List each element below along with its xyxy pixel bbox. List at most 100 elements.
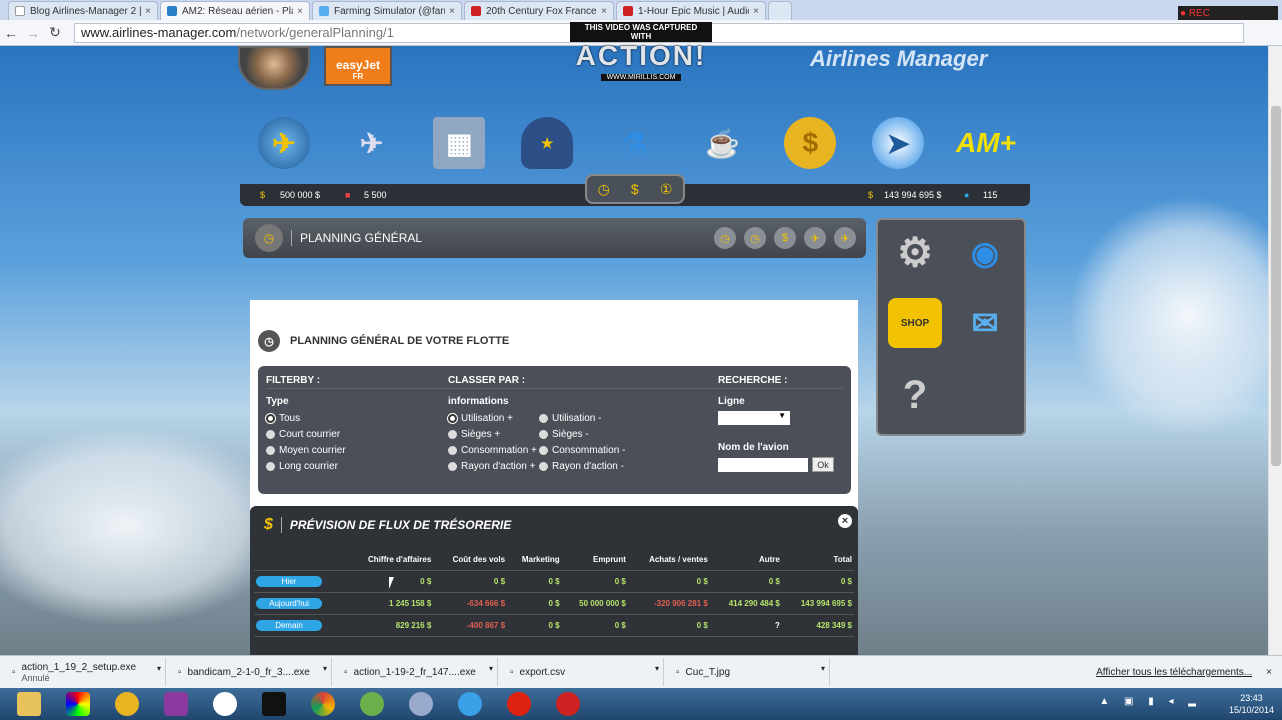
app-icon[interactable]	[156, 689, 196, 719]
cloud	[1068, 196, 1268, 436]
cell-value: -400 867 $	[433, 614, 508, 637]
close-tab-icon[interactable]: ×	[601, 6, 607, 17]
aircraft-icon[interactable]: ✈	[346, 117, 398, 169]
finance-icon[interactable]: $	[774, 227, 796, 249]
filter-panel: FILTERBY : CLASSER PAR : RECHERCHE : Typ…	[258, 366, 851, 494]
mail-icon[interactable]: ✉	[958, 298, 1012, 348]
play-icon[interactable]	[548, 689, 588, 719]
close-tab-icon[interactable]: ×	[449, 6, 455, 17]
settings-gear-icon[interactable]: ⚙	[888, 228, 942, 278]
medal-icon[interactable]: ①	[660, 181, 673, 198]
avatar[interactable]	[238, 46, 310, 90]
scrollbar-thumb[interactable]	[1271, 106, 1281, 466]
sort-radio[interactable]: Utilisation +	[448, 413, 513, 424]
sort-radio[interactable]: Sièges -	[539, 429, 589, 440]
show-all-downloads-link[interactable]: Afficher tous les téléchargements...	[1096, 667, 1252, 678]
browser-tab[interactable]: Farming Simulator (@farm ×	[312, 1, 462, 20]
pilot-cap-icon[interactable]: ★	[521, 117, 574, 169]
browser-tab[interactable]: 1-Hour Epic Music | Audic ×	[616, 1, 766, 20]
browser-tab[interactable]: Blog Airlines-Manager 2 | ×	[8, 1, 158, 20]
dropdown-arrow-icon[interactable]: ▾	[821, 664, 825, 673]
close-tab-icon[interactable]: ×	[297, 6, 303, 17]
twitter-icon	[319, 6, 329, 16]
system-tray: ▲ ▣ ▮ ◂ ▂	[1099, 696, 1202, 707]
cell-value: 0 $	[561, 614, 628, 637]
aircraft-name-input[interactable]	[718, 458, 808, 472]
cell-value: 414 290 484 $	[709, 592, 782, 615]
clock[interactable]: 23:43 15/10/2014	[1229, 692, 1274, 716]
close-tab-icon[interactable]: ×	[145, 6, 151, 17]
capture-watermark: THIS VIDEO WAS CAPTURED WITH ACTION! WWW…	[570, 22, 712, 81]
utorrent-icon[interactable]	[352, 689, 392, 719]
favicon-icon	[167, 6, 177, 16]
route-icon[interactable]: ✈	[804, 227, 826, 249]
dropdown-arrow-icon[interactable]: ▾	[323, 664, 327, 673]
file-icon: ▫	[510, 666, 514, 678]
new-tab-button[interactable]	[768, 1, 792, 20]
fleet-icon[interactable]: ✈	[834, 227, 856, 249]
alliance-globe-icon[interactable]: ◉	[958, 228, 1012, 278]
cell-value: 829 216 $	[345, 614, 434, 637]
planning-icon[interactable]: ◷	[744, 227, 766, 249]
browser-tab-active[interactable]: AM2: Réseau aérien - Plan ×	[160, 1, 310, 20]
download-item[interactable]: ▫ export.csv ▾	[502, 658, 664, 686]
close-tab-icon[interactable]: ×	[753, 6, 759, 17]
sort-radio[interactable]: Utilisation -	[539, 413, 601, 424]
app-icon[interactable]	[58, 689, 98, 719]
close-icon[interactable]: ×	[838, 514, 852, 528]
type-radio[interactable]: Moyen courrier	[266, 445, 346, 456]
film-icon[interactable]	[254, 689, 294, 719]
type-radio[interactable]: Court courrier	[266, 429, 340, 440]
record-icon[interactable]	[499, 689, 539, 719]
schedule-icon[interactable]: ◷	[714, 227, 736, 249]
sort-radio[interactable]: Sièges +	[448, 429, 500, 440]
browser-tab[interactable]: 20th Century Fox France - ×	[464, 1, 614, 20]
download-item[interactable]: ▫ bandicam_2-1-0_fr_3....exe ▾	[170, 658, 332, 686]
reload-icon[interactable]: ↻	[44, 24, 66, 41]
dropdown-arrow-icon[interactable]: ▾	[655, 664, 659, 673]
media-icon[interactable]	[107, 689, 147, 719]
ok-button[interactable]: Ok	[812, 457, 834, 472]
airline-badge[interactable]: easyJet FR	[324, 46, 392, 86]
day-button[interactable]: Hier	[256, 575, 322, 587]
chrome-icon[interactable]	[303, 689, 343, 719]
type-radio[interactable]: Long courrier	[266, 461, 338, 472]
coins-icon[interactable]: $	[784, 117, 837, 169]
hp-icon[interactable]	[205, 689, 245, 719]
dollar-icon[interactable]: $	[631, 181, 639, 197]
download-item[interactable]: ▫ action_1_19_2_setup.exe Annulé ▾	[4, 658, 166, 686]
explorer-icon[interactable]	[9, 689, 49, 719]
forward-icon[interactable]: →	[22, 25, 44, 41]
building-icon[interactable]: ▦	[433, 117, 486, 169]
type-radio[interactable]: Tous	[266, 413, 300, 424]
itunes-icon[interactable]	[450, 689, 490, 719]
column-header: Emprunt	[561, 550, 628, 571]
am-plus-icon[interactable]: AM+	[956, 117, 1016, 169]
sort-radio[interactable]: Rayon d'action -	[539, 461, 624, 472]
help-icon[interactable]: ?	[888, 370, 942, 420]
day-button[interactable]: Demain	[256, 619, 322, 631]
section-heading: ◷ PLANNING GÉNÉRAL DE VOTRE FLOTTE	[258, 330, 509, 352]
day-button[interactable]: Aujourd'hui	[256, 597, 322, 609]
ligne-select[interactable]: ▼	[718, 411, 790, 425]
cloud	[0, 426, 290, 626]
clock-icon[interactable]: ◷	[598, 181, 610, 198]
download-item[interactable]: ▫ action_1-19-2_fr_147....exe ▾	[336, 658, 498, 686]
coffee-cup-icon[interactable]: ☕	[697, 117, 749, 169]
research-flask-icon[interactable]: ⚗	[609, 117, 661, 169]
sort-radio[interactable]: Rayon d'action +	[448, 461, 535, 472]
scrollbar[interactable]	[1268, 46, 1282, 655]
cell-value: 0 $	[627, 570, 710, 593]
close-downloads-icon[interactable]: ×	[1266, 667, 1272, 678]
cashflow-table: Chiffre d'affaires Coût des vols Marketing…	[254, 550, 854, 637]
sort-radio[interactable]: Consommation +	[448, 445, 537, 456]
back-icon[interactable]: ←	[0, 25, 22, 41]
paint-icon[interactable]	[401, 689, 441, 719]
network-globe-icon[interactable]: ✈	[257, 117, 310, 169]
dropdown-arrow-icon[interactable]: ▾	[157, 664, 161, 673]
shop-button[interactable]: SHOP	[888, 298, 942, 348]
compass-icon[interactable]: ➤	[872, 117, 925, 169]
dropdown-arrow-icon[interactable]: ▾	[489, 664, 493, 673]
download-item[interactable]: ▫ Cuc_T.jpg ▾	[668, 658, 830, 686]
sort-radio[interactable]: Consommation -	[539, 445, 625, 456]
